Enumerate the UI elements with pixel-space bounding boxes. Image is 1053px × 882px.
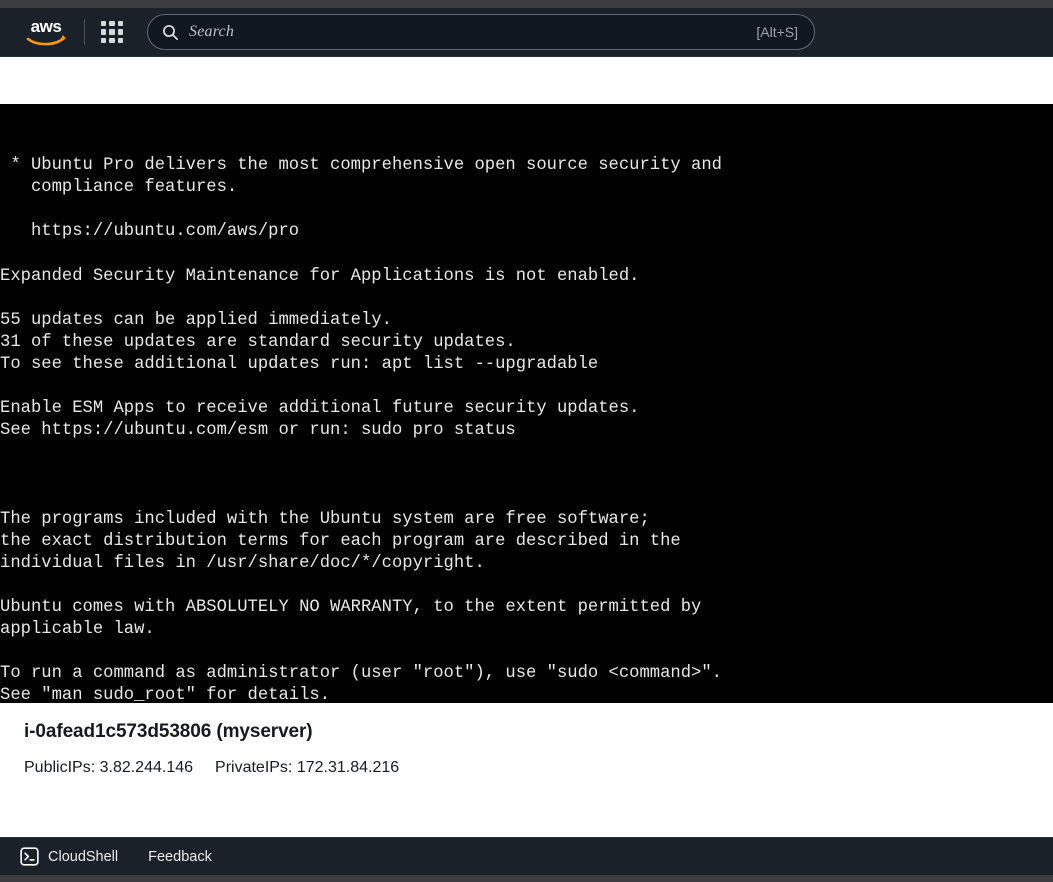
terminal-line: 31 of these updates are standard securit… [0,332,516,352]
private-ip-label: PrivateIPs: [215,759,293,776]
public-ip-label: PublicIPs: [24,759,96,776]
terminal-line: To see these additional updates run: apt… [0,355,599,375]
cloudshell-icon [20,847,39,866]
search-placeholder: Search [189,23,235,40]
terminal-line: * Ubuntu Pro delivers the most comprehen… [0,156,722,176]
public-ip-value: 3.82.244.146 [99,759,194,776]
cloudshell-button[interactable]: CloudShell [20,847,118,866]
instance-id-title: i-0afead1c573d53806 (myserver) [24,721,313,742]
terminal-output: * Ubuntu Pro delivers the most comprehen… [0,155,1053,703]
instance-info-panel: i-0afead1c573d53806 (myserver) PublicIPs… [0,703,1053,837]
private-ip-group: PrivateIPs: 172.31.84.216 [215,759,399,777]
search-icon [162,24,179,41]
terminal-line: compliance features. [0,178,238,198]
terminal-line: Enable ESM Apps to receive additional fu… [0,399,640,419]
feedback-button[interactable]: Feedback [148,849,212,865]
search-input[interactable]: Search [Alt+S] [147,14,815,50]
aws-top-navigation: aws Search [Alt+S] [0,8,1053,57]
terminal-line: https://ubuntu.com/aws/pro [0,222,300,242]
terminal-line: See "man sudo_root" for details. [0,686,331,703]
feedback-label: Feedback [148,848,212,865]
terminal-line: Ubuntu comes with ABSOLUTELY NO WARRANTY… [0,598,702,618]
cloudshell-label: CloudShell [48,848,119,865]
aws-logo-icon[interactable]: aws [22,15,70,49]
search-shortcut-hint: [Alt+S] [756,24,798,40]
terminal-line: The programs included with the Ubuntu sy… [0,509,650,529]
private-ip-value: 172.31.84.216 [296,759,400,776]
console-content-gap [0,57,1053,104]
terminal-line: 55 updates can be applied immediately. [0,310,392,330]
terminal-line: See https://ubuntu.com/esm or run: sudo … [0,421,516,441]
terminal-line: the exact distribution terms for each pr… [0,531,681,551]
terminal-line: individual files in /usr/share/doc/*/cop… [0,553,485,573]
app-launcher-icon[interactable] [99,19,125,45]
window-bottom-strip [0,875,1053,882]
nav-divider [84,19,85,45]
terminal-line: Expanded Security Maintenance for Applic… [0,266,640,286]
public-ip-group: PublicIPs: 3.82.244.146 [24,759,193,777]
terminal-line: applicable law. [0,620,155,640]
browser-chrome-strip [0,0,1053,8]
console-footer: CloudShell Feedback [0,837,1053,875]
svg-text:aws: aws [31,17,62,36]
ec2-serial-terminal[interactable]: * Ubuntu Pro delivers the most comprehen… [0,104,1053,703]
terminal-line: To run a command as administrator (user … [0,664,722,684]
instance-ip-addresses: PublicIPs: 3.82.244.146 PrivateIPs: 172.… [24,759,1053,777]
aws-console-window: aws Search [Alt+S] * Ubuntu Pro delivers… [0,0,1053,882]
